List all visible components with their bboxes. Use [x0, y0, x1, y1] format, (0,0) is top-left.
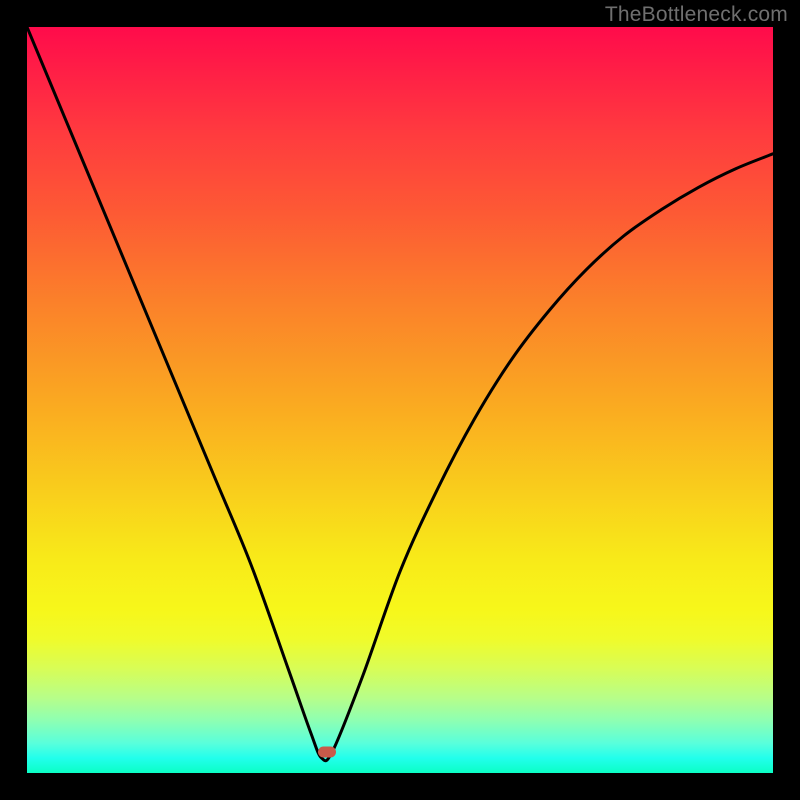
bottleneck-curve: [27, 27, 773, 761]
minimum-marker: [318, 747, 336, 758]
chart-stage: TheBottleneck.com: [0, 0, 800, 800]
watermark-text: TheBottleneck.com: [605, 3, 788, 27]
plot-area: [27, 27, 773, 773]
curve-layer: [27, 27, 773, 773]
